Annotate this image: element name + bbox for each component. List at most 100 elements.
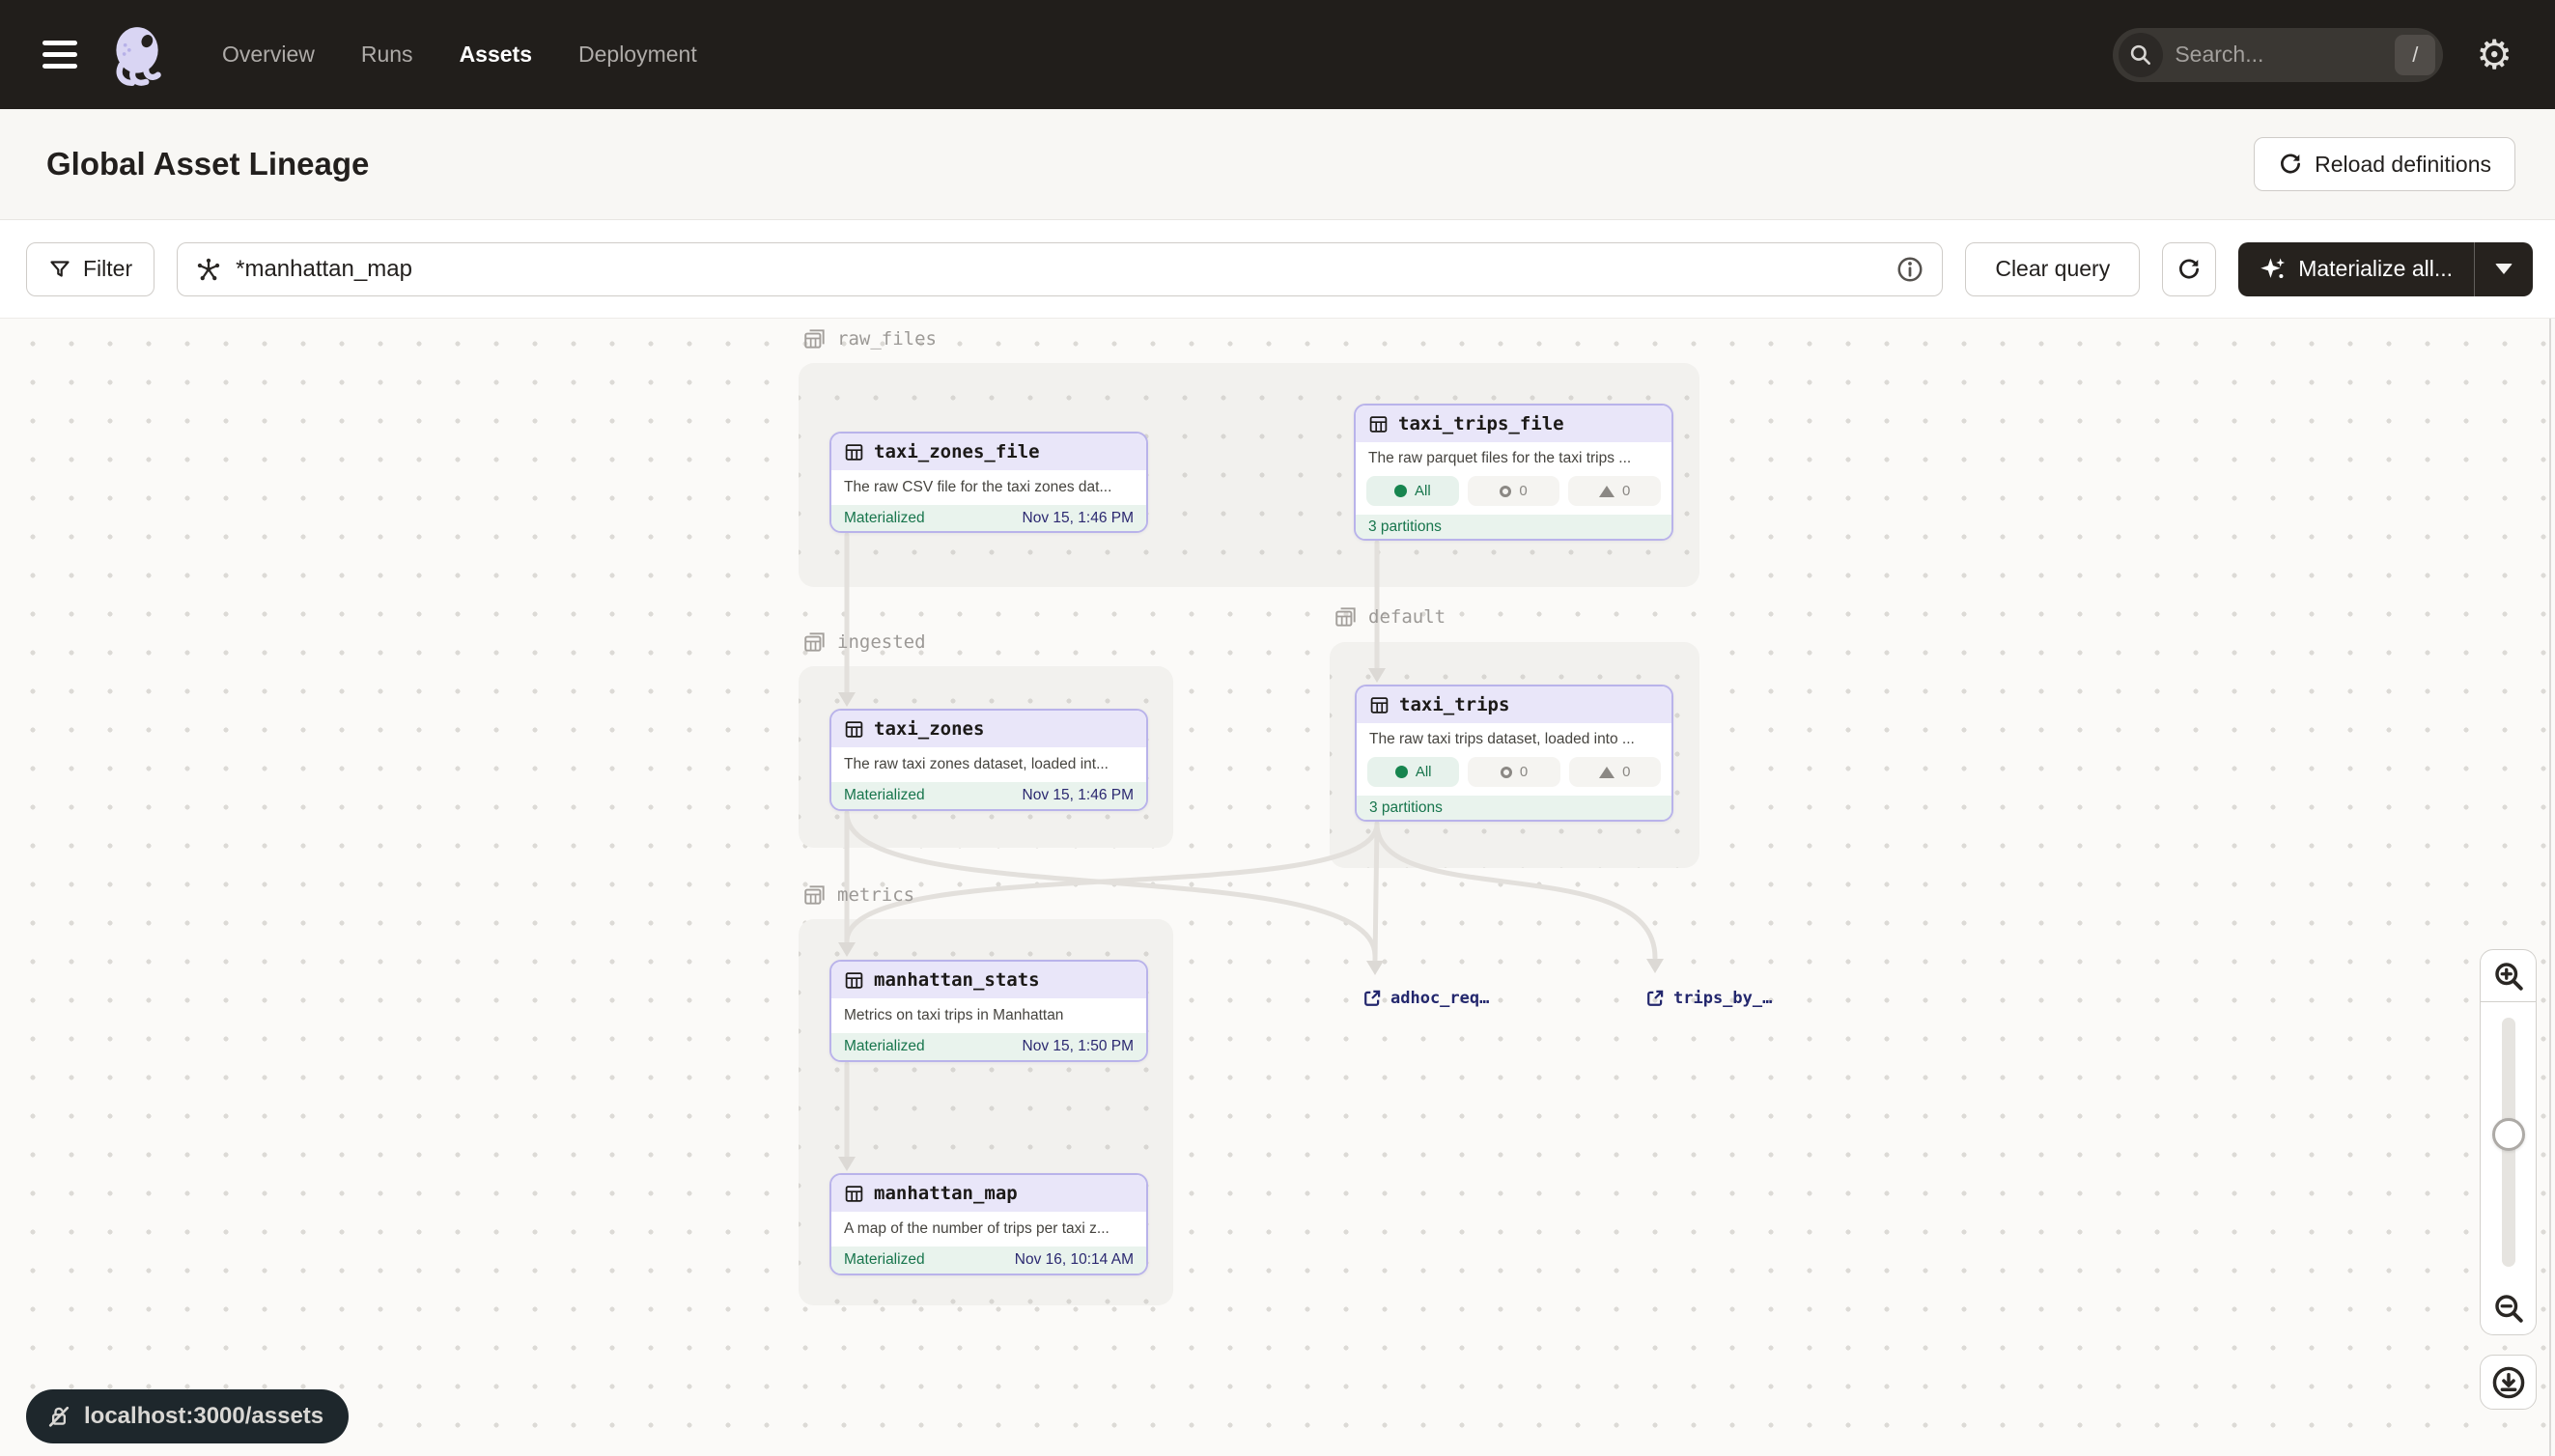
zoom-out-button[interactable]	[2480, 1282, 2537, 1335]
external-link-icon	[1362, 989, 1382, 1008]
external-link-icon	[1645, 989, 1665, 1008]
asset-description: The raw taxi trips dataset, loaded into …	[1357, 723, 1671, 755]
partition-badges: All 0 0	[1356, 474, 1671, 515]
asset-node-manhattan-map[interactable]: manhattan_map A map of the number of tri…	[829, 1173, 1148, 1275]
table-icon	[844, 719, 864, 740]
group-label-text: metrics	[837, 884, 914, 906]
zoom-out-icon	[2491, 1291, 2526, 1326]
table-icon	[844, 1184, 864, 1204]
materialized-timestamp[interactable]: Nov 15, 1:46 PM	[1023, 510, 1134, 527]
zoom-slider-thumb[interactable]	[2492, 1118, 2525, 1151]
table-icon	[844, 442, 864, 462]
zoom-in-icon	[2491, 959, 2526, 994]
materialized-timestamp[interactable]: Nov 15, 1:46 PM	[1023, 787, 1134, 804]
filter-button[interactable]: Filter	[26, 242, 154, 296]
materialized-timestamp[interactable]: Nov 15, 1:50 PM	[1023, 1038, 1134, 1055]
partitions-missing-badge[interactable]: 0	[1468, 476, 1560, 506]
asset-description: The raw taxi zones dataset, loaded int..…	[831, 747, 1146, 782]
lineage-canvas[interactable]: raw_files ingested default	[0, 319, 2555, 1456]
funnel-icon	[48, 258, 71, 281]
clear-query-button[interactable]: Clear query	[1965, 242, 2140, 296]
asset-node-taxi-zones[interactable]: taxi_zones The raw taxi zones dataset, l…	[829, 709, 1148, 811]
clear-query-label: Clear query	[1995, 256, 2110, 282]
triangle-icon	[1599, 767, 1614, 778]
asset-status-bar: Materialized Nov 15, 1:46 PM	[831, 505, 1146, 531]
nav-link-runs[interactable]: Runs	[361, 42, 413, 68]
asset-status-bar: Materialized Nov 15, 1:50 PM	[831, 1033, 1146, 1060]
materialized-timestamp[interactable]: Nov 16, 10:14 AM	[1015, 1251, 1134, 1269]
green-dot-icon	[1395, 766, 1408, 778]
asset-description: The raw parquet files for the taxi trips…	[1356, 442, 1671, 474]
group-label-default[interactable]: default	[1334, 604, 1446, 630]
group-label-text: raw_files	[837, 328, 937, 350]
zoom-in-button[interactable]	[2480, 949, 2537, 1002]
asset-node-taxi-trips[interactable]: taxi_trips The raw taxi trips dataset, l…	[1355, 685, 1673, 822]
ring-icon	[1501, 767, 1512, 778]
asset-description: The raw CSV file for the taxi zones dat.…	[831, 470, 1146, 505]
reload-definitions-button[interactable]: Reload definitions	[2254, 137, 2515, 191]
asset-status-bar: Materialized Nov 15, 1:46 PM	[831, 782, 1146, 809]
asset-selection-input-wrap	[177, 242, 1943, 296]
url-text: localhost:3000/assets	[84, 1403, 323, 1430]
asset-title: manhattan_stats	[874, 969, 1040, 991]
refresh-graph-button[interactable]	[2162, 242, 2216, 296]
table-icon	[844, 970, 864, 991]
asset-node-taxi-zones-file[interactable]: taxi_zones_file The raw CSV file for the…	[829, 432, 1148, 533]
refresh-icon	[2278, 152, 2303, 177]
page-header: Global Asset Lineage Reload definitions	[0, 109, 2555, 220]
hamburger-menu-icon[interactable]	[42, 41, 77, 69]
partitions-failed-badge[interactable]: 0	[1569, 757, 1661, 787]
nav-link-assets[interactable]: Assets	[460, 42, 532, 68]
green-dot-icon	[1394, 485, 1407, 497]
asset-node-header: manhattan_map	[831, 1175, 1146, 1212]
asset-node-manhattan-stats[interactable]: manhattan_stats Metrics on taxi trips in…	[829, 960, 1148, 1062]
nav-link-deployment[interactable]: Deployment	[578, 42, 697, 68]
partitions-count: 3 partitions	[1368, 518, 1442, 536]
dagster-app: Overview Runs Assets Deployment / ⚙ Glob…	[0, 0, 2555, 1456]
search-icon	[2119, 33, 2163, 77]
partitions-materialized-badge[interactable]: All	[1367, 757, 1459, 787]
materialize-all-button[interactable]: Materialize all...	[2238, 242, 2474, 296]
asset-description: A map of the number of trips per taxi z.…	[831, 1212, 1146, 1246]
dagster-logo[interactable]	[104, 23, 168, 87]
browser-url-statusbar: localhost:3000/assets	[26, 1389, 349, 1443]
global-search[interactable]: /	[2113, 28, 2443, 82]
partitions-failed-badge[interactable]: 0	[1568, 476, 1661, 506]
materialize-all-label: Materialize all...	[2298, 256, 2453, 282]
canvas-right-border	[2549, 319, 2551, 1456]
group-label-ingested[interactable]: ingested	[802, 630, 926, 655]
external-asset-trips-by[interactable]: trips_by_…	[1645, 989, 1772, 1008]
external-asset-adhoc-request[interactable]: adhoc_req…	[1362, 989, 1489, 1008]
zoom-slider[interactable]	[2480, 1002, 2537, 1282]
asset-group-icon	[802, 882, 828, 908]
chevron-down-icon	[2495, 264, 2513, 274]
group-label-raw-files[interactable]: raw_files	[802, 326, 937, 351]
zoom-controls	[2480, 949, 2537, 1335]
top-nav: Overview Runs Assets Deployment / ⚙	[0, 0, 2555, 109]
op-selector-icon	[195, 256, 222, 283]
nav-link-overview[interactable]: Overview	[222, 42, 315, 68]
table-icon	[1368, 414, 1389, 434]
partitions-missing-badge[interactable]: 0	[1468, 757, 1559, 787]
asset-status-bar: 3 partitions	[1356, 515, 1671, 539]
materialize-options-dropdown[interactable]	[2475, 242, 2533, 296]
external-asset-label: adhoc_req…	[1390, 989, 1489, 1008]
lineage-toolbar: Filter Clear query	[0, 220, 2555, 319]
asset-node-header: taxi_zones_file	[831, 434, 1146, 470]
asset-group-icon	[802, 326, 828, 351]
asset-title: manhattan_map	[874, 1183, 1018, 1204]
asset-node-header: manhattan_stats	[831, 962, 1146, 998]
info-icon[interactable]	[1895, 255, 1924, 284]
partition-badges: All 0 0	[1357, 755, 1671, 796]
search-input[interactable]	[2175, 42, 2329, 68]
partitions-materialized-badge[interactable]: All	[1366, 476, 1459, 506]
asset-group-icon	[802, 630, 828, 655]
download-image-button[interactable]	[2480, 1355, 2537, 1410]
page-title: Global Asset Lineage	[46, 146, 369, 182]
asset-selection-input[interactable]	[236, 256, 1882, 283]
settings-gear-icon[interactable]: ⚙	[2476, 35, 2513, 75]
group-label-metrics[interactable]: metrics	[802, 882, 914, 908]
group-label-text: default	[1368, 606, 1446, 628]
asset-node-taxi-trips-file[interactable]: taxi_trips_file The raw parquet files fo…	[1354, 404, 1673, 541]
asset-node-header: taxi_zones	[831, 711, 1146, 747]
